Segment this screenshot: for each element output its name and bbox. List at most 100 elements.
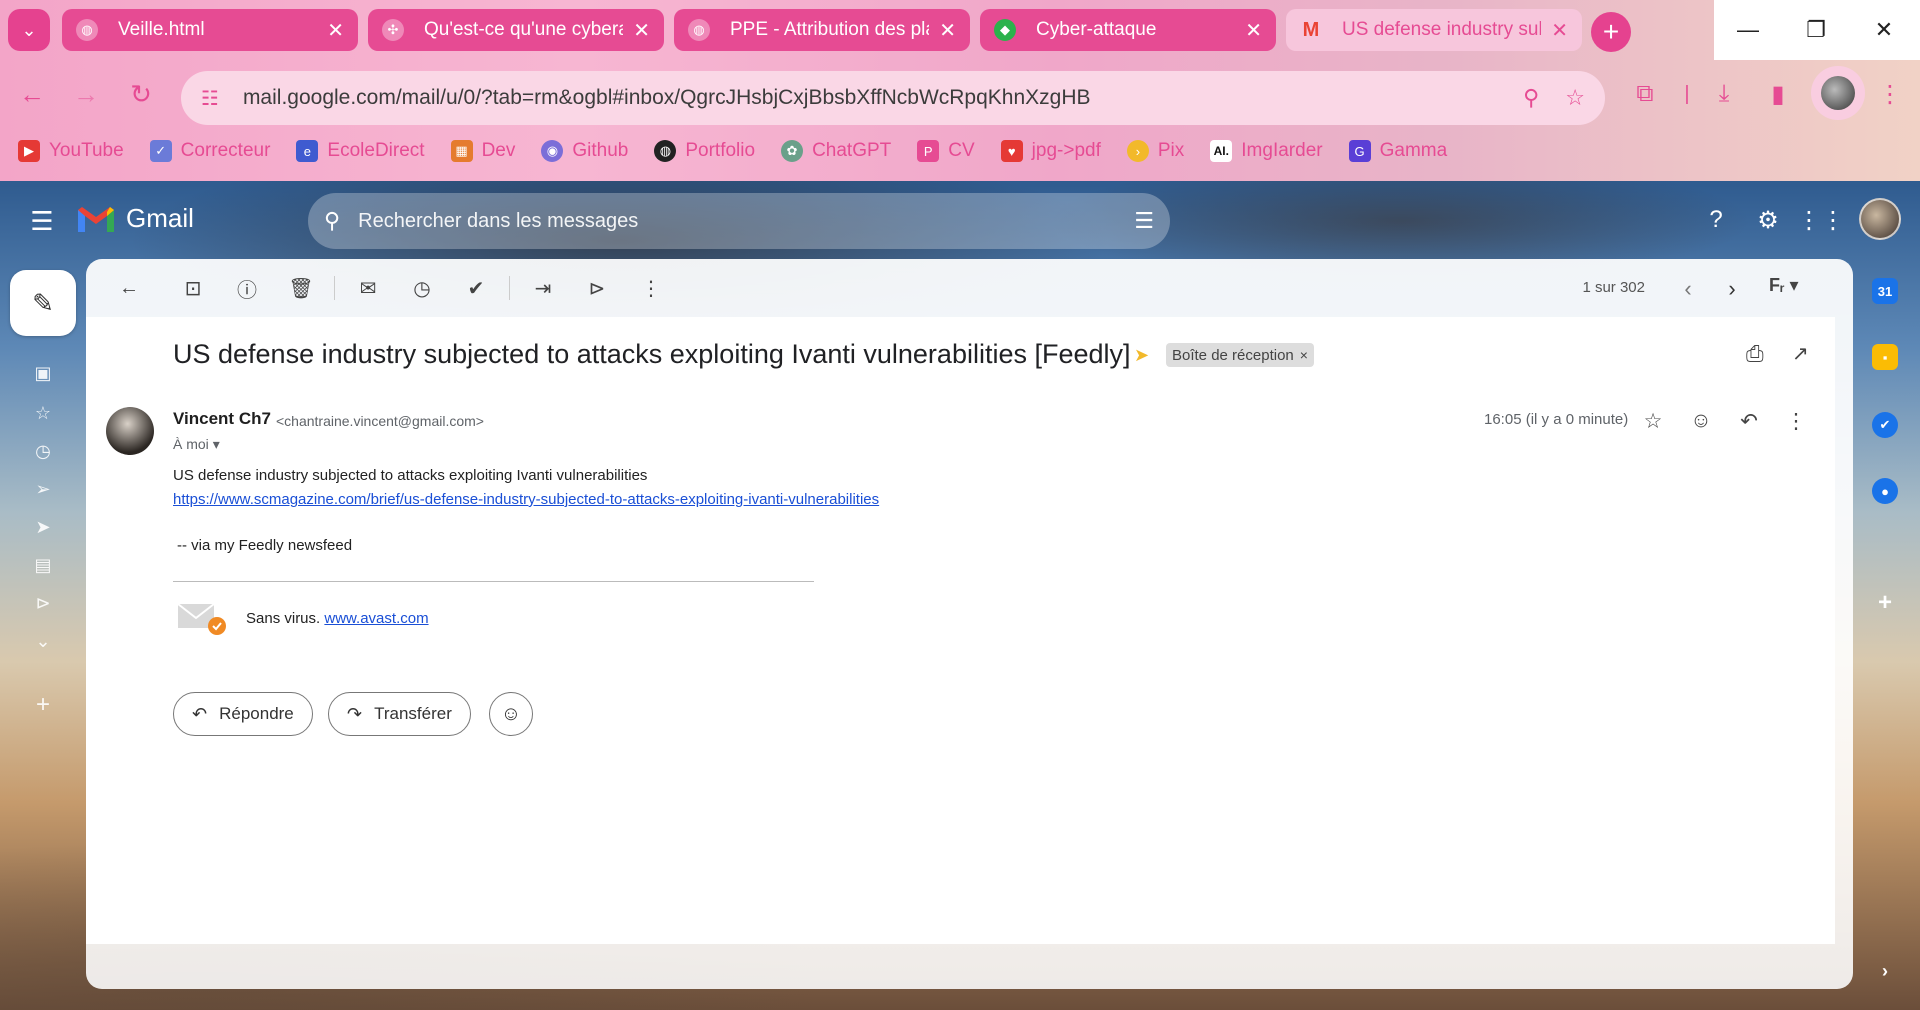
tab-cyber-attaque[interactable]: ◆ Cyber-attaque ✕	[980, 9, 1276, 51]
newer-chevron-left-icon[interactable]: ‹	[1674, 275, 1702, 303]
bookmark-jpg-pdf[interactable]: ♥ jpg->pdf	[1000, 140, 1101, 162]
calendar-icon[interactable]: 31	[1872, 278, 1898, 304]
close-tab-icon[interactable]: ✕	[633, 18, 650, 43]
reload-button[interactable]: ↻	[123, 76, 159, 112]
github-icon: ◉	[541, 140, 564, 162]
browser-profile-avatar[interactable]	[1811, 66, 1865, 120]
label-icon[interactable]: ⊳	[26, 588, 60, 618]
restore-button[interactable]: ❐	[1782, 0, 1850, 60]
delete-icon[interactable]: 🗑	[274, 270, 328, 306]
tab-gmail-active[interactable]: M US defense industry subj ✕	[1286, 9, 1582, 51]
close-window-button[interactable]: ✕	[1850, 0, 1918, 60]
starred-icon[interactable]: ☆	[26, 398, 60, 428]
gmail-icon: M	[1302, 18, 1320, 41]
account-avatar[interactable]	[1859, 198, 1901, 240]
bookmark-label: Gamma	[1379, 140, 1448, 161]
important-icon[interactable]: ➢	[26, 474, 60, 504]
email-timestamp: 16:05 (il y a 0 minute)	[1484, 411, 1629, 428]
keep-icon[interactable]: ▪	[1872, 344, 1898, 370]
mail-search-bar[interactable]: ⚲ Rechercher dans les messages ☰	[308, 193, 1170, 249]
side-panel-icon[interactable]: ▮	[1760, 76, 1796, 112]
reply-button[interactable]: ↶ Répondre	[173, 692, 313, 736]
search-options-icon[interactable]: ☰	[1134, 208, 1154, 234]
kebab-menu-icon[interactable]: ⋮	[1872, 76, 1908, 112]
star-icon[interactable]: ☆	[1638, 406, 1668, 436]
inbox-icon[interactable]: ▣	[26, 358, 60, 388]
more-vertical-icon[interactable]: ⋮	[1781, 406, 1811, 436]
more-chevron-icon[interactable]: ⌄	[26, 626, 60, 656]
gmail-logo[interactable]: Gmail	[76, 203, 194, 234]
new-tab-button[interactable]: +	[1591, 12, 1631, 52]
main-menu-button[interactable]: ☰	[26, 205, 58, 237]
bookmark-correcteur[interactable]: ✓ Correcteur	[149, 140, 270, 162]
download-icon[interactable]: ⤓	[1706, 76, 1742, 112]
close-tab-icon[interactable]: ✕	[1551, 18, 1568, 43]
site-settings-icon[interactable]: ☷	[201, 86, 219, 111]
archive-icon[interactable]: ⊡	[166, 270, 220, 306]
print-icon[interactable]: ⎙	[1746, 341, 1764, 367]
close-tab-icon[interactable]: ✕	[327, 18, 344, 43]
avast-link[interactable]: www.avast.com	[324, 610, 428, 627]
help-icon[interactable]: ?	[1700, 204, 1732, 236]
tab-title: PPE - Attribution des plac	[730, 19, 930, 40]
address-bar[interactable]: ☷ mail.google.com/mail/u/0/?tab=rm&ogbl#…	[181, 71, 1605, 125]
pencil-icon: ✎	[32, 287, 54, 318]
snooze-icon[interactable]: ◷	[395, 270, 449, 306]
sent-icon[interactable]: ➤	[26, 512, 60, 542]
input-tools-icon[interactable]: Fᵣ ▾	[1769, 275, 1799, 296]
back-button[interactable]: ←	[14, 76, 50, 112]
bookmark-dev[interactable]: ▦ Dev	[450, 140, 515, 162]
back-to-inbox-icon[interactable]: ←	[102, 270, 156, 306]
search-input[interactable]: Rechercher dans les messages	[358, 210, 1134, 233]
apps-grid-icon[interactable]: ⋮⋮	[1797, 204, 1845, 236]
bookmark-youtube[interactable]: ▶ YouTube	[18, 140, 124, 162]
forward-button[interactable]: →	[68, 76, 104, 112]
mark-unread-icon[interactable]: ✉	[341, 270, 395, 306]
snoozed-icon[interactable]: ◷	[26, 436, 60, 466]
zoom-icon[interactable]: ⚲	[1523, 85, 1539, 111]
more-options-icon[interactable]: ⋮	[624, 270, 678, 306]
search-icon[interactable]: ⚲	[324, 208, 340, 234]
get-addons-icon[interactable]: +	[1872, 589, 1898, 616]
close-tab-icon[interactable]: ✕	[939, 18, 956, 43]
report-spam-icon[interactable]: ⓘ	[220, 270, 274, 306]
bookmark-github[interactable]: ◉ Github	[541, 140, 628, 162]
tab-title: US defense industry subj	[1342, 19, 1542, 40]
article-link[interactable]: https://www.scmagazine.com/brief/us-defe…	[173, 491, 879, 508]
settings-gear-icon[interactable]: ⚙	[1752, 204, 1784, 236]
older-chevron-right-icon[interactable]: ›	[1718, 275, 1746, 303]
tab-veille[interactable]: ◍ Veille.html ✕	[62, 9, 358, 51]
bookmark-imglarder[interactable]: AI. ImgIarder	[1210, 140, 1323, 162]
emoji-reaction-icon[interactable]: ☺	[1686, 406, 1716, 436]
important-marker-icon[interactable]: ➤	[1134, 345, 1149, 366]
bookmark-cv[interactable]: P CV	[917, 140, 975, 162]
remove-label-icon[interactable]: ×	[1300, 347, 1308, 363]
bookmark-pix[interactable]: › Pix	[1126, 140, 1184, 162]
star-icon[interactable]: ☆	[1565, 85, 1585, 111]
recipient-dropdown[interactable]: À moi ▾	[173, 436, 220, 453]
contacts-icon[interactable]: ●	[1872, 478, 1898, 504]
minimize-button[interactable]: —	[1714, 0, 1782, 60]
bookmark-gamma[interactable]: G Gamma	[1348, 140, 1448, 162]
bookmark-ecoledirect[interactable]: e EcoleDirect	[296, 140, 425, 162]
bookmark-chatgpt[interactable]: ✿ ChatGPT	[781, 140, 891, 162]
emoji-react-button[interactable]: ☺	[489, 692, 533, 736]
expand-panel-chevron-icon[interactable]: ›	[1872, 958, 1898, 984]
add-task-icon[interactable]: ✔	[449, 270, 503, 306]
labels-icon[interactable]: ⊳	[570, 270, 624, 306]
extensions-icon[interactable]: ⧉	[1627, 76, 1663, 112]
bookmark-portfolio[interactable]: ◍ Portfolio	[654, 140, 755, 162]
compose-button[interactable]: ✎	[10, 270, 76, 336]
move-to-icon[interactable]: ⇥	[516, 270, 570, 306]
add-label-icon[interactable]: +	[26, 690, 60, 720]
forward-button[interactable]: ↷ Transférer	[328, 692, 471, 736]
reply-icon[interactable]: ↶	[1734, 406, 1764, 436]
tab-cyberattaque-article[interactable]: ✣ Qu'est-ce qu'une cyberat ✕	[368, 9, 664, 51]
open-new-window-icon[interactable]: ↗	[1792, 341, 1809, 366]
close-tab-icon[interactable]: ✕	[1245, 18, 1262, 43]
url-text[interactable]: mail.google.com/mail/u/0/?tab=rm&ogbl#in…	[243, 86, 1497, 110]
tab-ppe[interactable]: ◍ PPE - Attribution des plac ✕	[674, 9, 970, 51]
tasks-icon[interactable]: ✔	[1872, 412, 1898, 438]
tab-search-button[interactable]: ⌄	[8, 9, 50, 51]
drafts-icon[interactable]: ▤	[26, 550, 60, 580]
